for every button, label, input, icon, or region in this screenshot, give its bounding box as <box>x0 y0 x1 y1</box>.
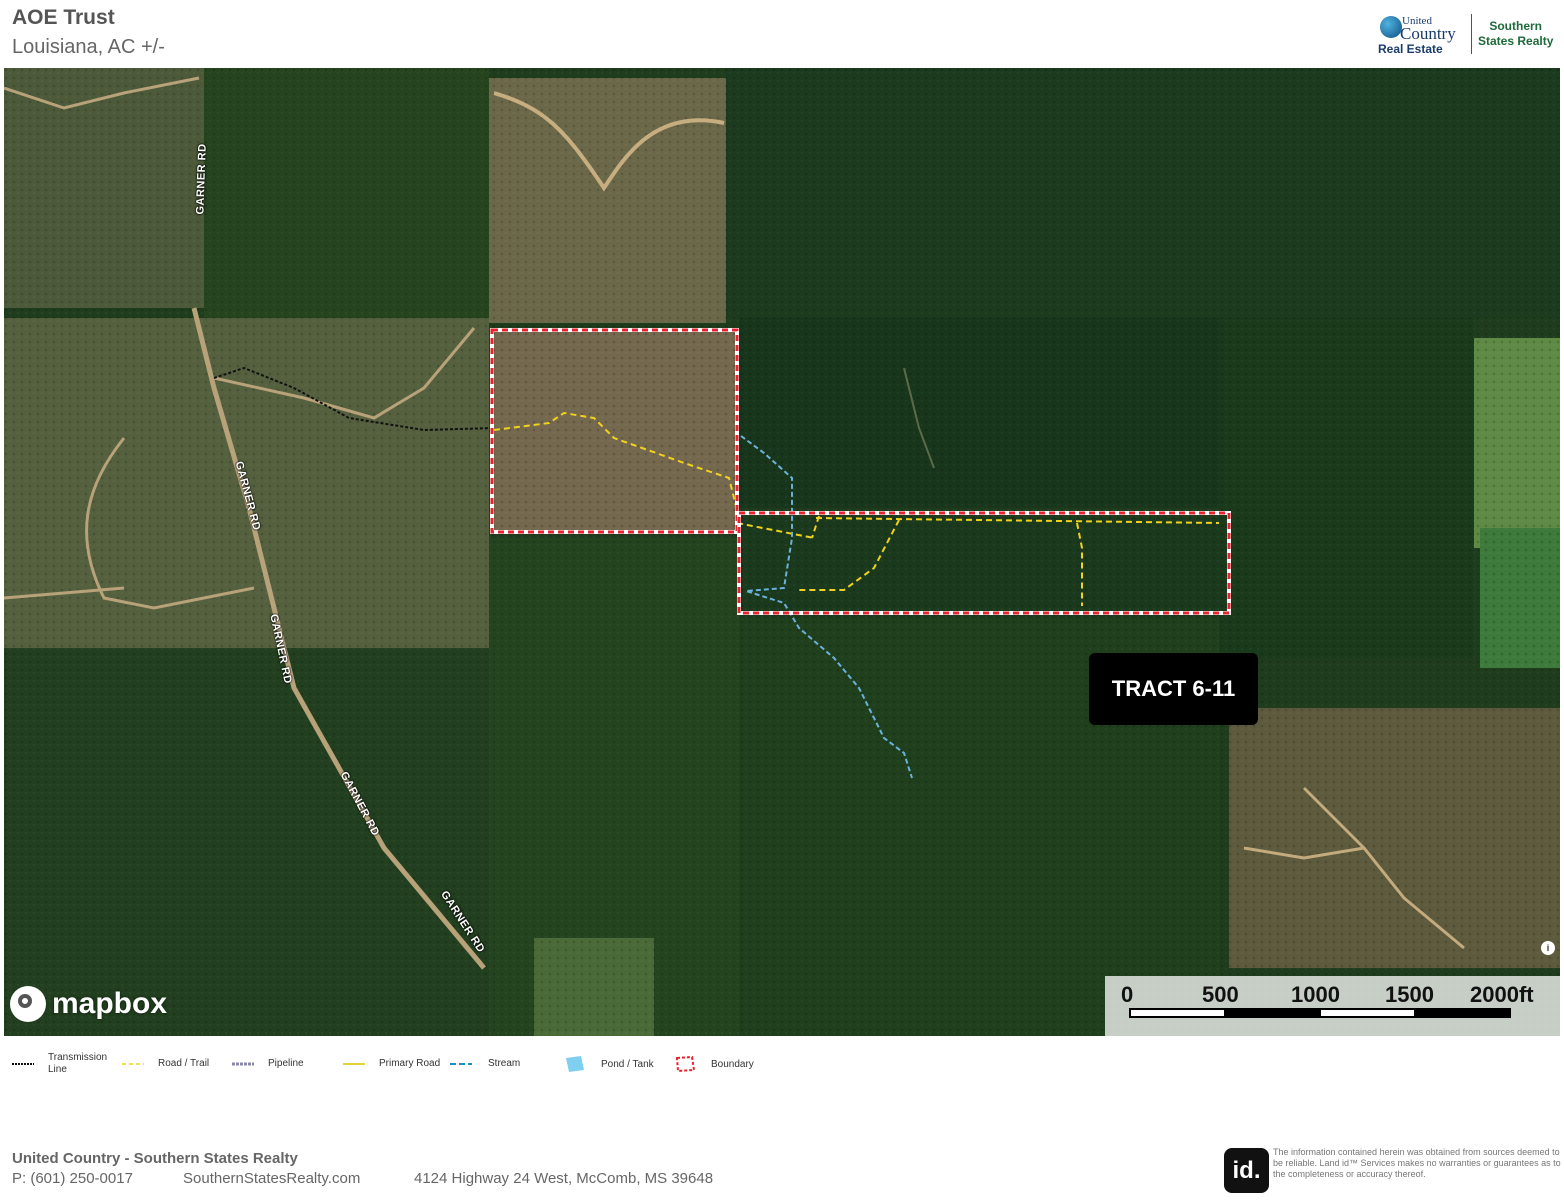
legend-label-stream: Stream <box>488 1058 521 1069</box>
legend-stream: Stream <box>450 1058 520 1069</box>
pipeline-icon <box>232 1062 254 1065</box>
legend-label-pond-tank: Pond / Tank <box>601 1058 654 1070</box>
legend-label-primary-road: Primary Road <box>379 1058 441 1069</box>
legend-label-boundary: Boundary <box>711 1058 754 1070</box>
map-legend: Transmission Line Road / Trail Pipeline … <box>0 1052 1564 1086</box>
legend-label-road-trail: Road / Trail <box>158 1058 210 1069</box>
road-label-garner-1: GARNER RD <box>194 143 209 215</box>
footer-address: 4124 Highway 24 West, McComb, MS 39648 <box>414 1170 714 1187</box>
mapbox-mark-icon <box>10 986 46 1022</box>
legend-label-transmission-line: Transmission Line <box>48 1052 108 1075</box>
logo-southern: Southern <box>1489 19 1543 33</box>
mapbox-attribution: mapbox <box>52 987 168 1020</box>
header-title: AOE Trust <box>12 6 115 29</box>
road-trail-icon <box>122 1062 144 1065</box>
aerial-map[interactable]: GARNER RD GARNER RD GARNER RD GARNER RD … <box>4 68 1560 1036</box>
scale-segment-3 <box>1319 1008 1416 1018</box>
logo-country: Country <box>1400 24 1456 43</box>
logo-southern-states-realty: Southern States Realty <box>1478 19 1553 49</box>
pond-tank-icon <box>566 1056 584 1072</box>
scale-label-0: 0 <box>1121 982 1134 1007</box>
transmission-line-icon <box>12 1063 34 1065</box>
aerial-imagery <box>4 68 1560 1036</box>
scale-segment-4 <box>1414 1008 1511 1018</box>
scale-segment-1 <box>1129 1008 1226 1018</box>
legend-transmission-line: Transmission Line <box>12 1052 110 1076</box>
scale-label-1500: 1500 <box>1385 982 1434 1007</box>
footer-company: United Country - Southern States Realty <box>12 1150 298 1167</box>
footer-website[interactable]: SouthernStatesRealty.com <box>183 1170 360 1187</box>
logo-real-estate: Real Estate <box>1378 42 1443 56</box>
scale-segment-2 <box>1224 1008 1321 1018</box>
scale-label-500: 500 <box>1202 982 1239 1007</box>
tract-label: TRACT 6-11 <box>1089 653 1258 725</box>
logo-divider <box>1471 14 1472 54</box>
footer-disclaimer: The information contained herein was obt… <box>1273 1147 1561 1179</box>
legend-pond-tank: Pond / Tank <box>565 1055 654 1073</box>
boundary-icon <box>675 1055 696 1073</box>
legend-label-pipeline: Pipeline <box>268 1058 304 1069</box>
united-country-logo: United Country Real Estate Southern Stat… <box>1378 12 1558 60</box>
scale-label-1000: 1000 <box>1291 982 1340 1007</box>
footer-phone[interactable]: P: (601) 250-0017 <box>12 1170 133 1187</box>
logo-states-realty: States Realty <box>1478 34 1554 48</box>
mapbox-logo[interactable]: mapbox <box>10 986 167 1022</box>
legend-boundary: Boundary <box>675 1055 754 1073</box>
info-icon[interactable]: i <box>1541 941 1555 955</box>
legend-pipeline: Pipeline <box>232 1058 304 1069</box>
scale-label-2000: 2000ft <box>1470 982 1534 1007</box>
primary-road-icon <box>343 1062 365 1065</box>
scale-bar: 0 500 1000 1500 2000ft <box>1105 976 1560 1036</box>
stream-icon <box>450 1062 472 1065</box>
globe-icon <box>1380 16 1402 38</box>
legend-road-trail: Road / Trail <box>122 1058 209 1069</box>
legend-primary-road: Primary Road <box>343 1058 440 1069</box>
land-id-logo: id. <box>1224 1148 1269 1193</box>
header-subtitle: Louisiana, AC +/- <box>12 36 165 58</box>
